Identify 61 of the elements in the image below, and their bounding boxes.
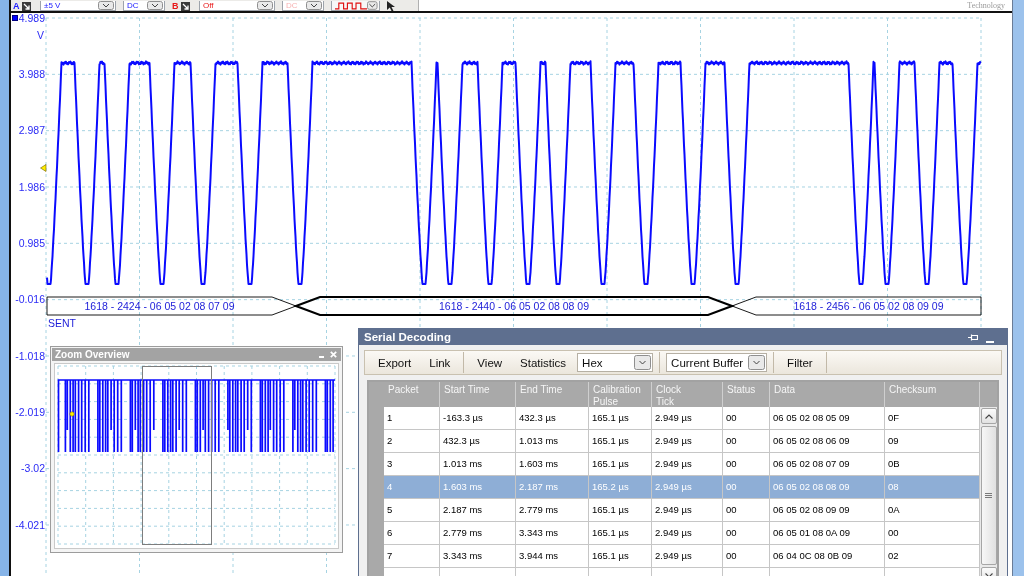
chevron-down-icon (984, 572, 993, 576)
y-axis-label: 1.986 (18, 180, 45, 193)
chevron-down-icon[interactable] (147, 1, 163, 10)
cursor-icon[interactable] (386, 1, 396, 11)
channel-letter[interactable]: B (172, 1, 180, 11)
table-cell: 3.944 ms (516, 545, 589, 568)
logo-text: Technology (967, 0, 1005, 11)
arrow-icon[interactable] (181, 2, 190, 11)
table-cell: 165.1 µs (589, 545, 652, 568)
decode-frame[interactable]: 1618 - 2456 - 06 05 02 08 09 09 (731, 296, 982, 316)
table-row[interactable]: 3 1.013 ms 1.603 ms 165.1 µs 2.949 µs 00 06 05 02 08 07 09 0B (384, 453, 980, 476)
toolbar-button[interactable]: Filter (778, 352, 822, 373)
coupling-dropdown[interactable]: DC (123, 1, 165, 11)
y-axis-unit: V (37, 29, 44, 41)
dropdown[interactable]: Hex (577, 353, 654, 372)
scrollbar-track[interactable] (980, 407, 997, 576)
y-axis-label: -4.021 (15, 518, 45, 531)
chevron-down-icon[interactable] (98, 1, 114, 10)
table-cell: 00 (723, 545, 770, 568)
y-axis-label: 4.989 (18, 13, 45, 24)
table-cell: 06 04 0C 08 0B 09 (770, 545, 885, 568)
chevron-up-icon (984, 413, 993, 419)
table-row[interactable]: 2 432.3 µs 1.013 ms 165.1 µs 2.949 µs 00 06 05 02 08 06 09 09 (384, 430, 980, 453)
table-row[interactable]: 6 2.779 ms 3.343 ms 165.1 µs 2.949 µs 00 06 05 01 08 0A 09 00 (384, 522, 980, 545)
scrollbar-thumb[interactable] (980, 426, 997, 565)
y-axis-label: 0.985 (18, 237, 45, 250)
range-dropdown[interactable]: ±5 V (40, 1, 116, 11)
toolbar-button[interactable]: Statistics (511, 352, 576, 373)
channel-marker-icon (12, 15, 18, 21)
y-axis-label: -3.02 (21, 462, 45, 475)
toolbar-button[interactable]: Link (420, 352, 460, 373)
decode-frame[interactable]: 1618 - 2424 - 06 05 02 08 07 09 (46, 296, 297, 316)
y-axis-label: 2.987 (18, 124, 45, 137)
trigger-marker-icon[interactable] (40, 164, 47, 172)
chevron-down-icon[interactable] (257, 1, 273, 10)
trigger-marker-icon[interactable] (69, 411, 75, 417)
channel-name-label: SENT (48, 317, 76, 329)
toolbar-button[interactable]: View (468, 352, 512, 373)
arrow-icon[interactable] (22, 2, 31, 11)
dropdown[interactable]: Current Buffer (666, 353, 768, 372)
table-cell: 3.343 ms (440, 545, 516, 568)
y-axis-label: -0.016 (15, 293, 45, 306)
y-axis-label: 3.988 (18, 68, 45, 81)
y-axis-label: -2.019 (15, 406, 45, 419)
table-cell: 7 (384, 545, 440, 568)
range-dropdown[interactable]: Off (199, 1, 275, 11)
panel-title: Serial Decoding (364, 331, 451, 343)
pin-icon[interactable] (968, 333, 978, 341)
table-row[interactable]: 5 2.187 ms 2.779 ms 165.1 µs 2.949 µs 00 06 05 02 08 09 09 0A (384, 499, 980, 522)
scroll-up-button[interactable] (980, 408, 997, 424)
zoom-window-frame[interactable] (142, 366, 212, 545)
panel-title: Zoom Overview (55, 348, 130, 361)
y-axis-label: -1.018 (15, 349, 45, 362)
waveform-icon (335, 2, 368, 10)
signal-button[interactable] (331, 1, 380, 11)
table-cell: 2.949 µs (652, 545, 723, 568)
grip-icon (985, 493, 992, 498)
channel-letter[interactable]: A (13, 1, 21, 11)
toolbar-button[interactable]: Export (369, 352, 421, 373)
table-row[interactable]: 7 3.343 ms 3.944 ms 165.1 µs 2.949 µs 00 06 04 0C 08 0B 09 02 (384, 545, 980, 568)
table-row[interactable]: 1 -163.3 µs 432.3 µs 165.1 µs 2.949 µs 00 06 05 02 08 05 09 0F (384, 407, 980, 430)
